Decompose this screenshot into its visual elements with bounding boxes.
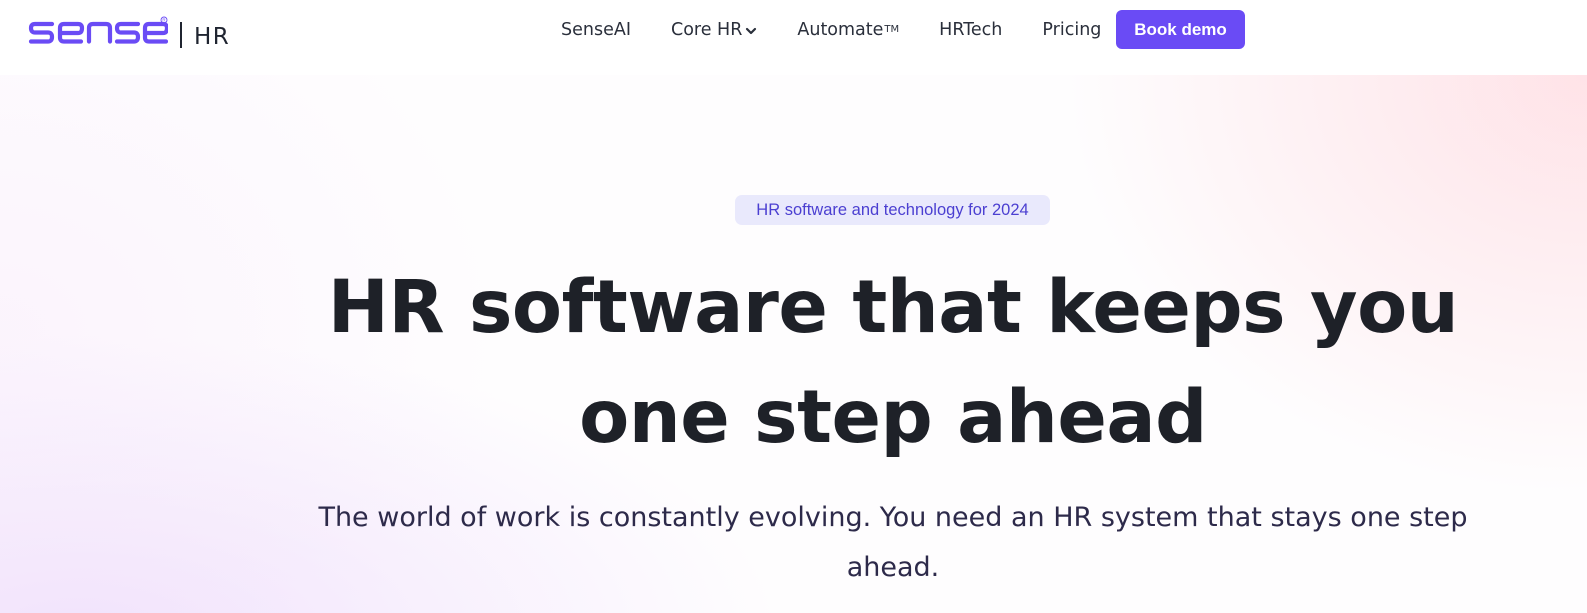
site-header: R HR SenseAI Core HR AutomateTM HRTech — [0, 0, 1587, 75]
hero-subtext: The world of work is constantly evolving… — [318, 502, 1468, 583]
hero-section: HR software and technology for 2024 HR s… — [0, 75, 1587, 613]
logo-divider — [180, 22, 182, 48]
page: R HR SenseAI Core HR AutomateTM HRTech — [0, 0, 1587, 613]
nav-item-senseai[interactable]: SenseAI — [561, 20, 631, 40]
nav-item-label: Automate — [797, 19, 884, 40]
nav-item-automate[interactable]: Automate TM — [797, 20, 899, 40]
nav-item-core-hr[interactable]: Core HR — [671, 20, 757, 40]
nav-item-label: Pricing — [1042, 19, 1102, 40]
nav-item-pricing[interactable]: Pricing — [1042, 20, 1101, 40]
nav-item-label: HRTech — [939, 19, 1003, 40]
main-nav: SenseAI Core HR Automate TM HRTech Pricin… — [561, 10, 1101, 49]
nav-item-hrtech[interactable]: HRTech — [939, 20, 1002, 40]
chevron-down-icon — [746, 27, 757, 34]
hero-headline: HR software that keeps you one step ahea… — [300, 253, 1486, 473]
sense-logo-icon: R — [28, 16, 168, 44]
hero-badge: HR software and technology for 2024 — [735, 195, 1050, 225]
hero-headline-line-1: HR software that keeps you — [327, 265, 1459, 350]
logo-product-label: HR — [194, 24, 231, 50]
brand-logo-link[interactable]: R HR — [28, 16, 230, 52]
hero-headline-line-2: one step ahead — [579, 375, 1207, 460]
svg-text:R: R — [162, 18, 165, 23]
nav-item-label: Core HR — [670, 19, 743, 40]
nav-item-label: SenseAI — [561, 19, 631, 40]
book-demo-button[interactable]: Book demo — [1116, 10, 1245, 49]
